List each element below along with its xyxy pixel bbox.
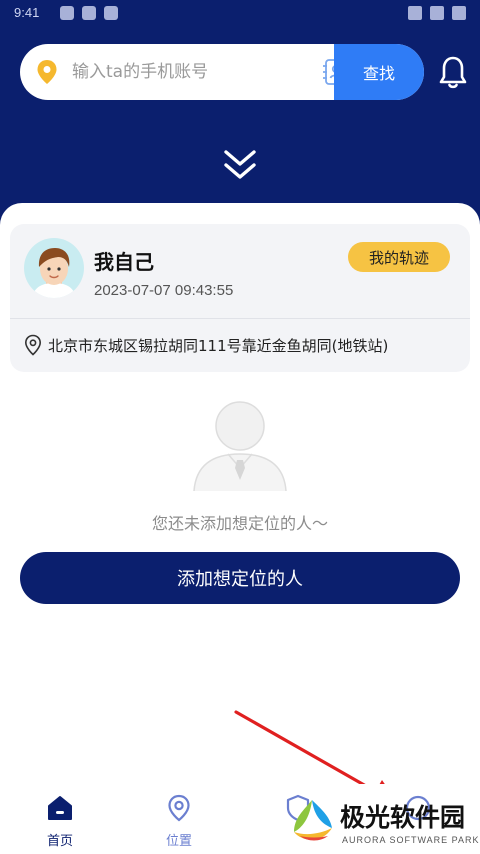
notification-icons [60, 6, 118, 20]
system-icons [408, 6, 466, 20]
watermark-title: 极光软件园 [340, 803, 466, 832]
battery-icon [452, 6, 466, 20]
aurora-logo-icon [294, 800, 332, 841]
add-person-button[interactable]: 添加想定位的人 [20, 552, 460, 604]
empty-person-icon [193, 401, 287, 492]
my-track-button[interactable]: 我的轨迹 [348, 242, 450, 272]
wifi-icon [430, 6, 444, 20]
address-pin-icon [24, 334, 42, 356]
avatar [24, 238, 84, 298]
search-button[interactable]: 查找 [334, 44, 424, 100]
watermark-subtitle: AURORA SOFTWARE PARK [342, 835, 480, 845]
chevron-down-icon[interactable] [220, 148, 260, 182]
tab-location[interactable]: 位置 [139, 794, 219, 854]
self-address: 北京市东城区锡拉胡同111号靠近金鱼胡同(地铁站) [48, 337, 389, 355]
signal-icon [408, 6, 422, 20]
location-pin-icon [37, 60, 57, 84]
card-divider [10, 318, 470, 319]
tab-location-label: 位置 [165, 834, 192, 849]
location-pin-icon [168, 794, 190, 822]
notification-icon [82, 6, 96, 20]
self-timestamp: 2023-07-07 09:43:55 [94, 282, 234, 299]
search-box: 查找 [20, 44, 424, 100]
home-icon [48, 796, 72, 820]
watermark: 极光软件园 AURORA SOFTWARE PARK [284, 794, 480, 854]
notification-icon [60, 6, 74, 20]
empty-state-message: 您还未添加想定位的人～ [151, 514, 328, 533]
phone-search-input[interactable] [72, 44, 312, 100]
notification-icon [104, 6, 118, 20]
self-card[interactable]: 我自己 2023-07-07 09:43:55 我的轨迹 北京市东城区锡拉胡同1… [10, 224, 470, 372]
self-name: 我自己 [94, 250, 154, 274]
header: 9:41 查找 [0, 0, 480, 225]
bell-icon[interactable] [437, 54, 469, 90]
status-time: 9:41 [14, 5, 40, 20]
tab-home-label: 首页 [46, 834, 73, 849]
status-bar: 9:41 [0, 0, 480, 26]
tab-home[interactable]: 首页 [20, 794, 100, 854]
